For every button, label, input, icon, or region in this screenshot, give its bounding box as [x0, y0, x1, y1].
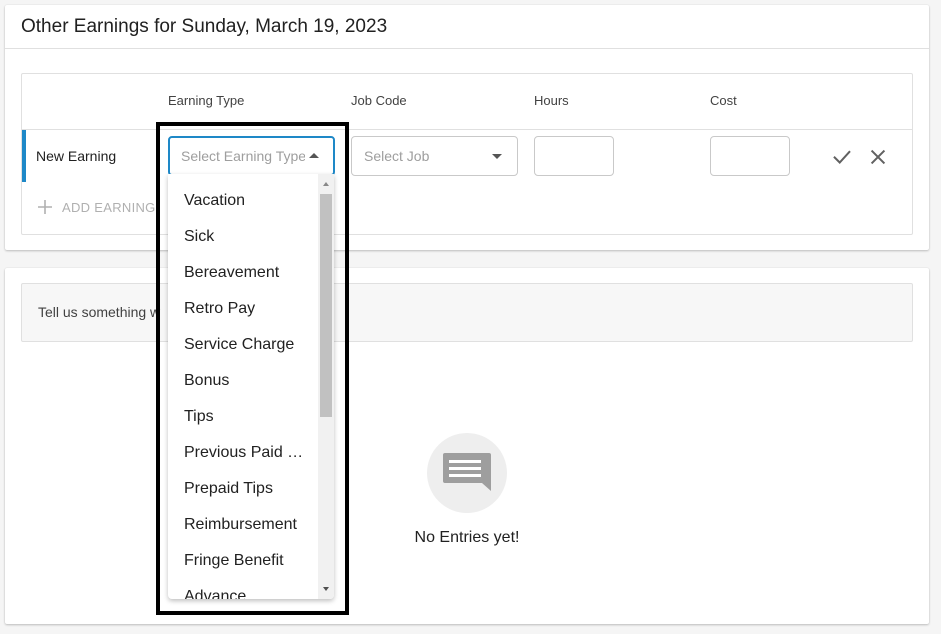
title-divider	[5, 48, 929, 49]
column-header-cost: Cost	[710, 93, 737, 108]
comments-card: Tell us something w No Entries yet!	[5, 268, 929, 624]
header-divider	[22, 129, 912, 130]
confirm-button[interactable]	[831, 146, 853, 168]
add-earning-label: ADD EARNING	[62, 200, 156, 215]
scrollbar-thumb[interactable]	[320, 194, 332, 417]
dropdown-option-prepaid-tips[interactable]: Prepaid Tips	[184, 471, 314, 507]
empty-state-icon-circle	[427, 433, 507, 513]
hours-input[interactable]	[534, 136, 614, 176]
empty-state-text: No Entries yet!	[414, 529, 520, 546]
dropdown-option-vacation[interactable]: Vacation	[184, 183, 314, 219]
row-accent-bar	[22, 130, 26, 182]
close-icon	[870, 149, 886, 165]
earning-type-placeholder: Select Earning Type	[181, 148, 305, 164]
column-header-hours: Hours	[534, 93, 569, 108]
scroll-up-arrow-icon[interactable]	[323, 182, 329, 186]
scroll-down-arrow-icon[interactable]	[323, 587, 329, 591]
dropdown-option-bereavement[interactable]: Bereavement	[184, 255, 314, 291]
page-title: Other Earnings for Sunday, March 19, 202…	[21, 16, 388, 37]
earnings-table: Earning Type Job Code Hours Cost New Ear…	[21, 73, 913, 235]
dropdown-option-sick[interactable]: Sick	[184, 219, 314, 255]
dropdown-option-previous-paid[interactable]: Previous Paid …	[184, 435, 314, 471]
column-header-job-code: Job Code	[351, 93, 407, 108]
column-header-earning-type: Earning Type	[168, 93, 245, 108]
dropdown-option-advance[interactable]: Advance	[184, 579, 314, 599]
comment-icon	[443, 453, 491, 491]
earning-type-dropdown: Vacation Sick Bereavement Retro Pay Serv…	[168, 174, 334, 599]
earning-type-select[interactable]: Select Earning Type	[168, 136, 335, 176]
dropdown-option-tips[interactable]: Tips	[184, 399, 314, 435]
row-label: New Earning	[36, 148, 117, 164]
plus-icon	[38, 200, 52, 214]
job-code-placeholder: Select Job	[364, 148, 430, 164]
comment-placeholder: Tell us something w	[38, 304, 161, 320]
dropdown-option-fringe-benefit[interactable]: Fringe Benefit	[184, 543, 314, 579]
check-icon	[833, 150, 851, 164]
dropdown-option-bonus[interactable]: Bonus	[184, 363, 314, 399]
dropdown-scrollbar[interactable]	[318, 174, 334, 599]
dropdown-option-reimbursement[interactable]: Reimbursement	[184, 507, 314, 543]
other-earnings-card: Other Earnings for Sunday, March 19, 202…	[5, 5, 929, 250]
dropdown-option-retro-pay[interactable]: Retro Pay	[184, 291, 314, 327]
cost-input[interactable]	[710, 136, 790, 176]
job-code-select[interactable]: Select Job	[351, 136, 518, 176]
arrow-up-icon	[309, 153, 319, 158]
cancel-button[interactable]	[867, 146, 889, 168]
comment-input[interactable]: Tell us something w	[21, 283, 913, 342]
dropdown-option-service-charge[interactable]: Service Charge	[184, 327, 314, 363]
arrow-down-icon	[492, 154, 502, 159]
